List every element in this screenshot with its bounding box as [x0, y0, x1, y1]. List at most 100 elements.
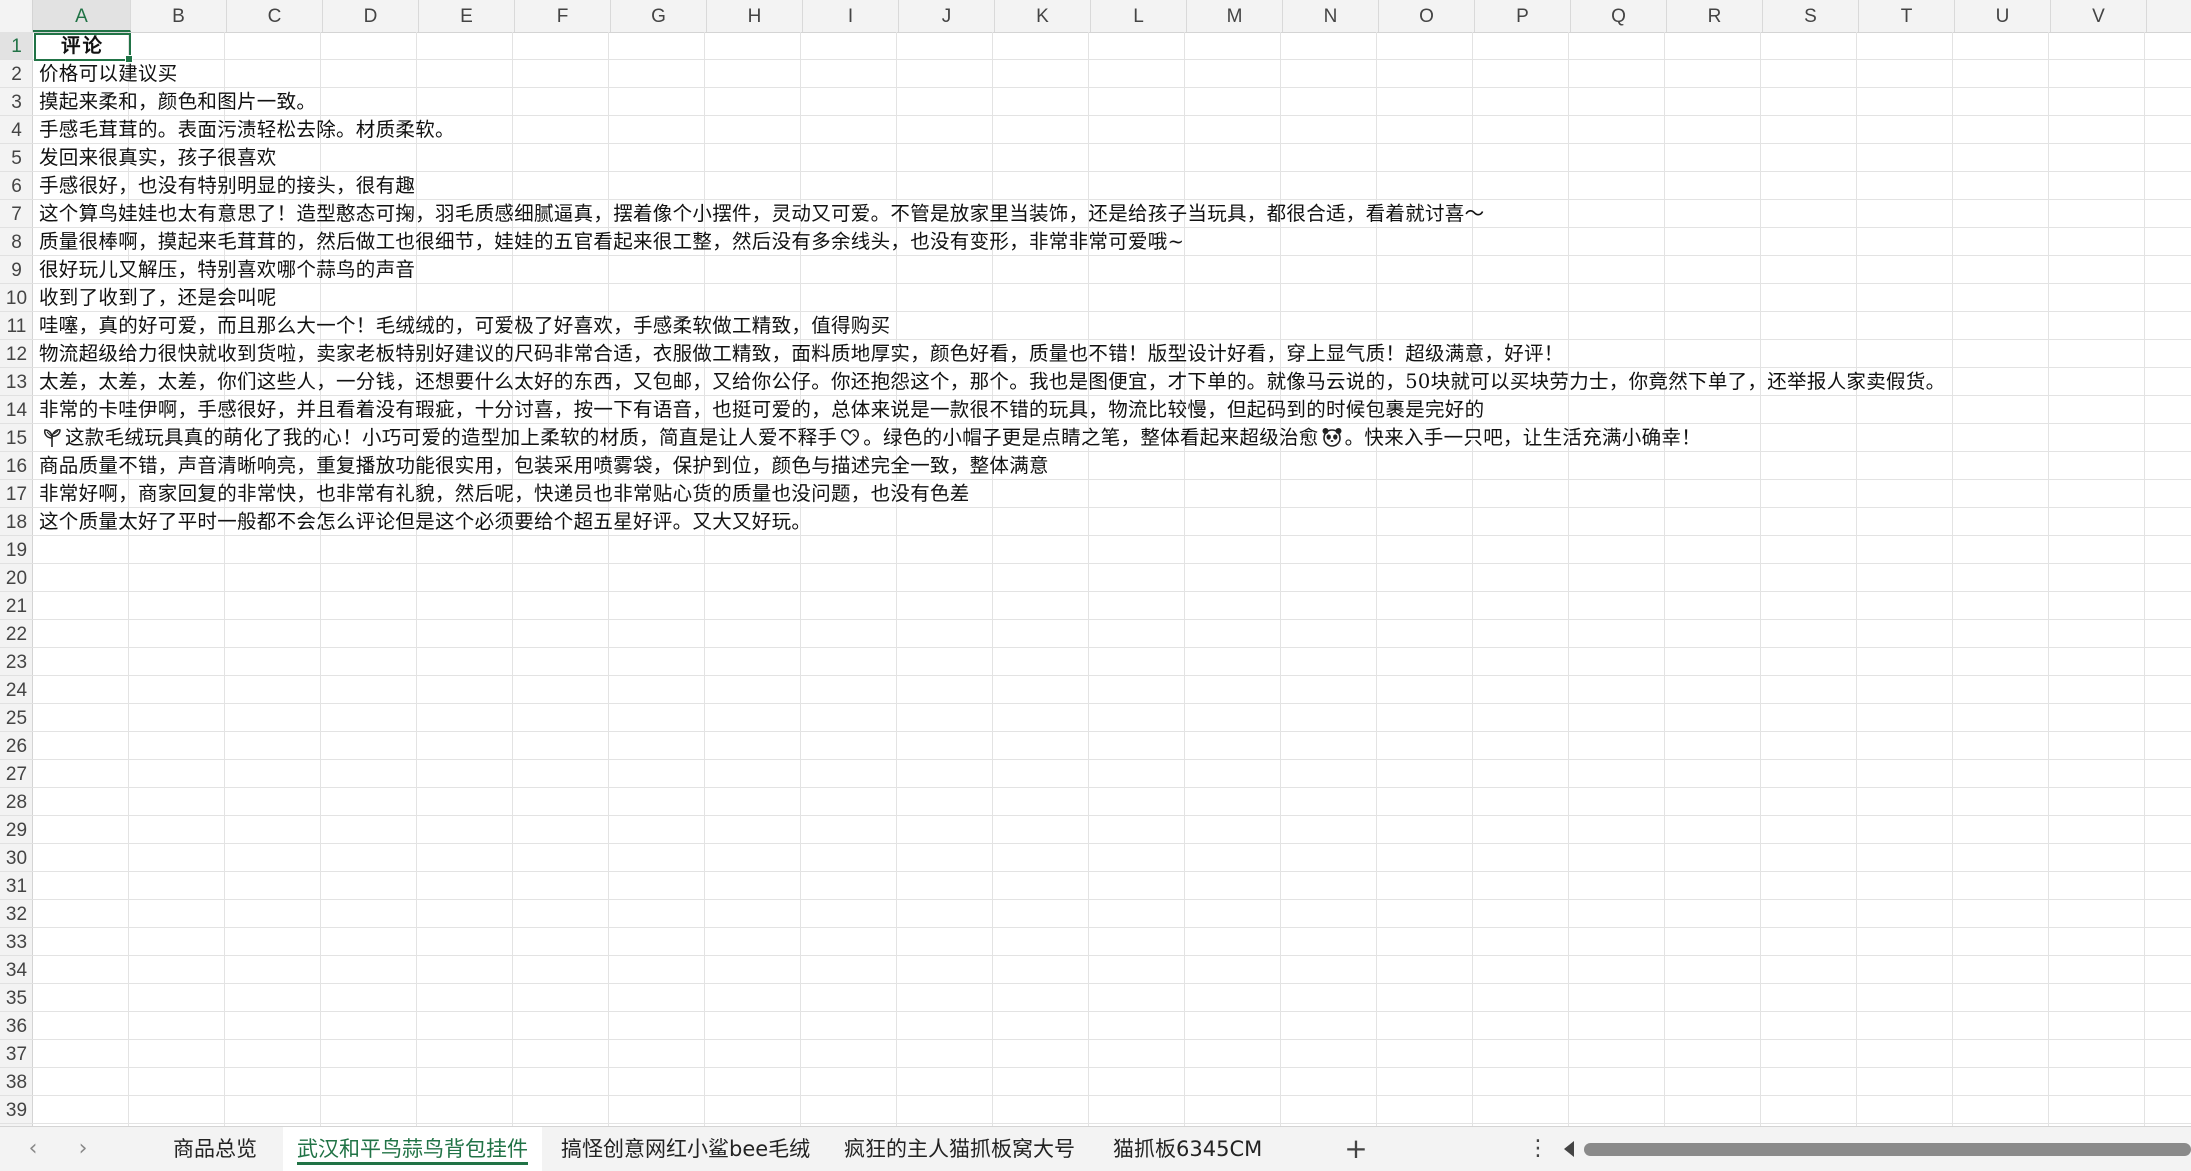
cell-a14[interactable]: 非常的卡哇伊啊，手感很好，并且看着没有瑕疵，十分讨喜，按一下有语音，也挺可爱的，…: [39, 396, 1484, 424]
active-cell-selection[interactable]: [34, 33, 133, 63]
column-header-e[interactable]: E: [419, 0, 515, 32]
cell-a5[interactable]: 发回来很真实，孩子很喜欢: [39, 144, 277, 172]
column-header-p[interactable]: P: [1475, 0, 1571, 32]
column-header-l[interactable]: L: [1091, 0, 1187, 32]
row-header-22[interactable]: 22: [0, 620, 33, 648]
scroll-left-triangle-icon[interactable]: [1562, 1140, 1576, 1158]
sheet-tab-5[interactable]: 猫抓板6345CM: [1099, 1127, 1276, 1171]
row-header-4[interactable]: 4: [0, 116, 33, 144]
row-header-3[interactable]: 3: [0, 88, 33, 116]
row-header-6[interactable]: 6: [0, 172, 33, 200]
column-header-h[interactable]: H: [707, 0, 803, 32]
row-header-1[interactable]: 1: [0, 32, 33, 60]
row-header-7[interactable]: 7: [0, 200, 33, 228]
cell-a13[interactable]: 太差，太差，太差，你们这些人，一分钱，还想要什么太好的东西，又包邮，又给你公仔。…: [39, 368, 1945, 396]
row-header-30[interactable]: 30: [0, 844, 33, 872]
column-header-v[interactable]: V: [2051, 0, 2147, 32]
sheet-tab-2[interactable]: 武汉和平鸟蒜鸟背包挂件: [283, 1127, 542, 1171]
row-header-20[interactable]: 20: [0, 564, 33, 592]
cell-a6[interactable]: 手感很好，也没有特别明显的接头，很有趣: [39, 172, 415, 200]
cell-a3[interactable]: 摸起来柔和，颜色和图片一致。: [39, 88, 316, 116]
row-header-2[interactable]: 2: [0, 60, 33, 88]
cell-text-part-1: 这款毛绒玩具真的萌化了我的心！小巧可爱的造型加上柔软的材质，简直是让人爱不释手: [65, 426, 838, 449]
row-header-9[interactable]: 9: [0, 256, 33, 284]
row-header-29[interactable]: 29: [0, 816, 33, 844]
row-header-26[interactable]: 26: [0, 732, 33, 760]
cell-a15[interactable]: 这款毛绒玩具真的萌化了我的心！小巧可爱的造型加上柔软的材质，简直是让人爱不释手 。…: [39, 424, 1701, 452]
row-header-35[interactable]: 35: [0, 984, 33, 1012]
add-sheet-plus-icon[interactable]: +: [1339, 1127, 1373, 1171]
row-header-19[interactable]: 19: [0, 536, 33, 564]
column-header-b[interactable]: B: [131, 0, 227, 32]
column-header-a[interactable]: A: [33, 0, 131, 32]
column-header-u[interactable]: U: [1955, 0, 2051, 32]
cell-a2[interactable]: 价格可以建议买: [39, 60, 178, 88]
row-header-8[interactable]: 8: [0, 228, 33, 256]
row-header-39[interactable]: 39: [0, 1096, 33, 1124]
cell-a8[interactable]: 质量很棒啊，摸起来毛茸茸的，然后做工也很细节，娃娃的五官看起来很工整，然后没有多…: [39, 228, 1184, 256]
column-header-r[interactable]: R: [1667, 0, 1763, 32]
row-header-15[interactable]: 15: [0, 424, 33, 452]
column-header-m[interactable]: M: [1187, 0, 1283, 32]
spreadsheet-area[interactable]: ABCDEFGHIJKLMNOPQRSTUV 1 2 3 4 5 6 7 8 9 10 11 12 13…: [0, 0, 2191, 1126]
next-sheet-chevron-right-icon[interactable]: ›: [68, 1127, 98, 1171]
row-header-5[interactable]: 5: [0, 144, 33, 172]
row-header-17[interactable]: 17: [0, 480, 33, 508]
cell-grid[interactable]: 评论 价格可以建议买 摸起来柔和，颜色和图片一致。 手感毛茸茸的。表面污渍轻松去除。材…: [33, 32, 2191, 1126]
row-header-28[interactable]: 28: [0, 788, 33, 816]
row-header-31[interactable]: 31: [0, 872, 33, 900]
cell-a17[interactable]: 非常好啊，商家回复的非常快，也非常有礼貌，然后呢，快递员也非常贴心货的质量也没问…: [39, 480, 970, 508]
cell-a10[interactable]: 收到了收到了，还是会叫呢: [39, 284, 277, 312]
row-header-16[interactable]: 16: [0, 452, 33, 480]
column-header-f[interactable]: F: [515, 0, 611, 32]
prev-sheet-chevron-left-icon[interactable]: ‹: [18, 1127, 48, 1171]
row-header-21[interactable]: 21: [0, 592, 33, 620]
sheet-tab-3[interactable]: 搞怪创意网红小鲨bee毛绒: [547, 1127, 824, 1171]
cell-a12[interactable]: 物流超级给力很快就收到货啦，卖家老板特别好建议的尺码非常合适，衣服做工精致，面料…: [39, 340, 1564, 368]
row-header-37[interactable]: 37: [0, 1040, 33, 1068]
column-header-t[interactable]: T: [1859, 0, 1955, 32]
horizontal-scrollbar-thumb[interactable]: [1584, 1143, 2191, 1156]
column-header-k[interactable]: K: [995, 0, 1091, 32]
horizontal-scrollbar[interactable]: [1584, 1143, 2191, 1156]
heart-outline-icon: [837, 426, 863, 449]
cell-text-part-2: 。绿色的小帽子更是点睛之笔，整体看起来超级治愈: [863, 426, 1319, 449]
row-header-24[interactable]: 24: [0, 676, 33, 704]
row-header-14[interactable]: 14: [0, 396, 33, 424]
row-header-11[interactable]: 11: [0, 312, 33, 340]
row-header-12[interactable]: 12: [0, 340, 33, 368]
sheet-tab-1[interactable]: 商品总览: [159, 1127, 271, 1171]
row-header-10[interactable]: 10: [0, 284, 33, 312]
select-all-corner[interactable]: [0, 0, 33, 32]
sheet-tab-4[interactable]: 疯狂的主人猫抓板窝大号: [830, 1127, 1089, 1171]
cell-a11[interactable]: 哇噻，真的好可爱，而且那么大一个！毛绒绒的，可爱极了好喜欢，手感柔软做工精致，值…: [39, 312, 890, 340]
column-header-c[interactable]: C: [227, 0, 323, 32]
row-header-25[interactable]: 25: [0, 704, 33, 732]
row-header-38[interactable]: 38: [0, 1068, 33, 1096]
column-header-i[interactable]: I: [803, 0, 899, 32]
more-options-icon[interactable]: ⋮: [1527, 1127, 1549, 1171]
row-header-34[interactable]: 34: [0, 956, 33, 984]
column-header-j[interactable]: J: [899, 0, 995, 32]
column-header-d[interactable]: D: [323, 0, 419, 32]
row-header-36[interactable]: 36: [0, 1012, 33, 1040]
panda-face-icon: [1319, 426, 1345, 449]
column-header-g[interactable]: G: [611, 0, 707, 32]
row-header-33[interactable]: 33: [0, 928, 33, 956]
fill-handle[interactable]: [125, 55, 133, 63]
cell-a7[interactable]: 这个算鸟娃娃也太有意思了！造型憨态可掬，羽毛质感细腻逼真，摆着像个小摆件，灵动又…: [39, 200, 1484, 228]
column-header-s[interactable]: S: [1763, 0, 1859, 32]
row-header-27[interactable]: 27: [0, 760, 33, 788]
row-header-18[interactable]: 18: [0, 508, 33, 536]
cell-a9[interactable]: 很好玩儿又解压，特别喜欢哪个蒜鸟的声音: [39, 256, 415, 284]
column-header-q[interactable]: Q: [1571, 0, 1667, 32]
column-header-o[interactable]: O: [1379, 0, 1475, 32]
cell-a18[interactable]: 这个质量太好了平时一般都不会怎么评论但是这个必须要给个超五星好评。又大又好玩。: [39, 508, 811, 536]
row-header-23[interactable]: 23: [0, 648, 33, 676]
cell-a4[interactable]: 手感毛茸茸的。表面污渍轻松去除。材质柔软。: [39, 116, 455, 144]
seedling-icon: [39, 426, 65, 449]
row-header-32[interactable]: 32: [0, 900, 33, 928]
cell-a16[interactable]: 商品质量不错，声音清晰响亮，重复播放功能很实用，包装采用喷雾袋，保护到位，颜色与…: [39, 452, 1049, 480]
row-header-13[interactable]: 13: [0, 368, 33, 396]
column-header-n[interactable]: N: [1283, 0, 1379, 32]
